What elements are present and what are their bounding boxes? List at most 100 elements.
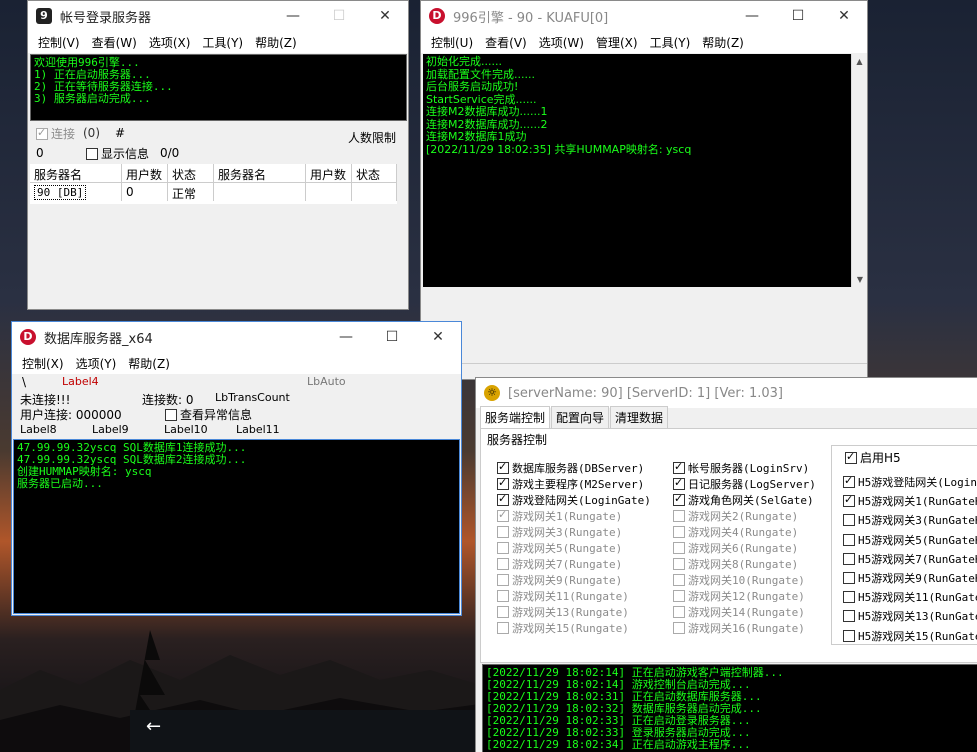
login-titlebar: 9 帐号登录服务器 — ☐ ✕ xyxy=(28,1,408,31)
server-checkbox[interactable]: 游戏网关4(Rungate) xyxy=(673,524,798,540)
tab-server-control[interactable]: 服务端控制 xyxy=(480,406,551,428)
close-button[interactable]: ✕ xyxy=(415,322,461,352)
close-button[interactable]: ✕ xyxy=(362,1,408,31)
server-checkbox[interactable]: 游戏网关16(Rungate) xyxy=(673,620,805,636)
server-checkbox[interactable]: 游戏网关2(Rungate) xyxy=(673,508,798,524)
check-abnormal-checkbox[interactable]: 查看异常信息 xyxy=(165,406,252,423)
checkbox-label: H5游戏网关15(RunGate xyxy=(858,629,977,643)
col-header[interactable]: 用户数 xyxy=(122,164,168,182)
server-checkbox[interactable]: 游戏网关10(Rungate) xyxy=(673,572,805,588)
connect-checkbox[interactable]: 连接 xyxy=(36,125,75,142)
server-checkbox[interactable]: 游戏网关8(Rungate) xyxy=(673,556,798,572)
col-header[interactable]: 用户数 xyxy=(306,164,352,182)
menu-options[interactable]: 选项(Y) xyxy=(76,355,117,372)
checkbox-label: 游戏网关13(Rungate) xyxy=(512,606,629,619)
server-checkbox[interactable]: H5游戏网关11(RunGate xyxy=(843,589,977,605)
back-arrow-icon[interactable]: ← xyxy=(146,716,161,737)
menu-options[interactable]: 选项(W) xyxy=(539,34,584,51)
checkbox-label: 游戏主要程序(M2Server) xyxy=(512,478,645,491)
server-checkbox[interactable]: H5游戏登陆网关(Login xyxy=(843,474,977,490)
col-header[interactable]: 服务器名 xyxy=(30,164,122,182)
minimize-button[interactable]: — xyxy=(270,1,316,31)
show-info-checkbox[interactable]: 显示信息 xyxy=(86,145,149,162)
server-checkbox[interactable]: 游戏登陆网关(LoginGate) xyxy=(497,492,651,508)
menu-control[interactable]: 控制(U) xyxy=(431,34,473,51)
checkbox-label: 帐号服务器(LoginSrv) xyxy=(688,462,810,475)
tab-clean-data[interactable]: 清理数据 xyxy=(610,406,669,428)
server-checkbox[interactable]: H5游戏网关1(RunGateH xyxy=(843,493,977,509)
server-checkbox[interactable]: 游戏角色网关(SelGate) xyxy=(673,492,814,508)
maximize-button[interactable]: ☐ xyxy=(369,322,415,352)
server-checkbox[interactable]: H5游戏网关5(RunGateH xyxy=(843,532,977,548)
menu-help[interactable]: 帮助(Z) xyxy=(255,34,297,51)
server-checkbox[interactable]: 游戏网关7(Rungate) xyxy=(497,556,622,572)
minimize-button[interactable]: — xyxy=(729,1,775,31)
server-checkbox[interactable]: 游戏网关12(Rungate) xyxy=(673,588,805,604)
checkbox-icon xyxy=(497,542,509,554)
checkbox-label: 游戏网关6(Rungate) xyxy=(688,542,799,555)
server-checkbox[interactable]: 游戏网关15(Rungate) xyxy=(497,620,629,636)
server-checkbox[interactable]: 日记服务器(LogServer) xyxy=(673,476,816,492)
log-line: 连接M2数据库成功......1 xyxy=(426,105,548,118)
server-checkbox[interactable]: 游戏网关6(Rungate) xyxy=(673,540,798,556)
checkbox-label: 游戏登陆网关(LoginGate) xyxy=(512,494,651,507)
col-header[interactable]: 状态 xyxy=(352,164,397,182)
menu-control[interactable]: 控制(X) xyxy=(22,355,64,372)
checkbox-label: 游戏网关16(Rungate) xyxy=(688,622,805,635)
server-checkbox[interactable]: 游戏网关3(Rungate) xyxy=(497,524,622,540)
checkbox-icon xyxy=(673,526,685,538)
server-checkbox[interactable]: H5游戏网关9(RunGateH xyxy=(843,570,977,586)
minimize-button[interactable]: — xyxy=(323,322,369,352)
menu-view[interactable]: 查看(W) xyxy=(92,34,137,51)
scroll-down-icon[interactable]: ▼ xyxy=(852,275,867,284)
col-header[interactable]: 服务器名 xyxy=(214,164,306,182)
server-checkbox[interactable]: H5游戏网关7(RunGateH xyxy=(843,551,977,567)
menu-options[interactable]: 选项(X) xyxy=(149,34,191,51)
checkbox-label: 游戏网关10(Rungate) xyxy=(688,574,805,587)
server-checkbox[interactable]: 游戏网关1(Rungate) xyxy=(497,508,622,524)
h5-enable-checkbox[interactable]: 启用H5 xyxy=(843,449,903,466)
server-checkbox[interactable]: H5游戏网关3(RunGateH xyxy=(843,512,977,528)
menu-control[interactable]: 控制(V) xyxy=(38,34,80,51)
close-button[interactable]: ✕ xyxy=(821,1,867,31)
menu-help[interactable]: 帮助(Z) xyxy=(702,34,744,51)
menu-tools[interactable]: 工具(Y) xyxy=(650,34,691,51)
checkbox-label: 游戏网关14(Rungate) xyxy=(688,606,805,619)
server-checkbox[interactable]: 游戏网关9(Rungate) xyxy=(497,572,622,588)
menu-tools[interactable]: 工具(Y) xyxy=(202,34,243,51)
log-console: 初始化完成...... 加载配置文件完成...... 后台服务启动成功! Sta… xyxy=(423,54,851,287)
checkbox-icon xyxy=(843,629,855,642)
checkbox-label: 游戏网关5(Rungate) xyxy=(512,542,623,555)
server-checkbox[interactable]: 游戏网关5(Rungate) xyxy=(497,540,622,556)
vertical-scrollbar[interactable]: ▲ ▼ xyxy=(851,54,867,287)
menu-help[interactable]: 帮助(Z) xyxy=(128,355,170,372)
checkbox-icon xyxy=(497,508,509,522)
table-cell: 正常 xyxy=(168,183,214,201)
server-checkbox[interactable]: 游戏网关13(Rungate) xyxy=(497,604,629,620)
kuafu-titlebar: D 996引擎 - 90 - KUAFU[0] — ☐ ✕ xyxy=(421,1,867,31)
zero-label: 0 xyxy=(36,146,44,160)
checkbox-icon xyxy=(497,590,509,602)
server-checkbox[interactable]: H5游戏网关15(RunGate xyxy=(843,628,977,644)
scroll-up-icon[interactable]: ▲ xyxy=(852,57,867,66)
menu-view[interactable]: 查看(V) xyxy=(485,34,527,51)
maximize-button[interactable]: ☐ xyxy=(775,1,821,31)
col-header[interactable]: 状态 xyxy=(168,164,214,182)
maximize-button[interactable]: ☐ xyxy=(316,1,362,31)
server-checkbox[interactable]: 帐号服务器(LoginSrv) xyxy=(673,460,809,476)
table-row[interactable]: 90 [DB] 0 正常 xyxy=(30,183,397,201)
tab-config-wizard[interactable]: 配置向导 xyxy=(551,406,610,428)
server-checkbox[interactable]: 游戏网关11(Rungate) xyxy=(497,588,629,604)
server-table: 服务器名 用户数 状态 服务器名 用户数 状态 90 [DB] 0 正常 xyxy=(30,164,397,204)
checkbox-icon xyxy=(673,622,685,634)
server-checkbox[interactable]: 游戏网关14(Rungate) xyxy=(673,604,805,620)
menu-manage[interactable]: 管理(X) xyxy=(596,34,638,51)
check-abnormal-label: 查看异常信息 xyxy=(180,408,253,422)
checkbox-icon xyxy=(497,460,509,474)
checkbox-icon xyxy=(673,492,685,506)
server-checkbox[interactable]: 数据库服务器(DBServer) xyxy=(497,460,644,476)
checkbox-label: H5游戏网关1(RunGateH xyxy=(858,495,977,509)
server-checkbox[interactable]: 游戏主要程序(M2Server) xyxy=(497,476,644,492)
checkbox-icon xyxy=(843,493,855,508)
server-checkbox[interactable]: H5游戏网关13(RunGate xyxy=(843,608,977,624)
